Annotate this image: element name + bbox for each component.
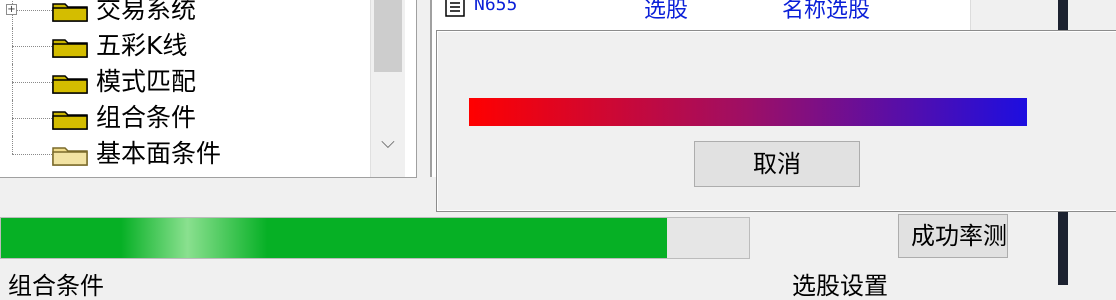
tree-item-combined-condition[interactable]: 组合条件 bbox=[0, 100, 370, 136]
tree-branch-line bbox=[12, 46, 52, 47]
cancel-button[interactable]: 取消 bbox=[694, 141, 860, 187]
progress-bar bbox=[0, 217, 750, 259]
formula-icon bbox=[445, 0, 465, 17]
tree-item-fundamental-condition[interactable]: 基本面条件 bbox=[0, 136, 370, 172]
tree-item-label: 交易系统 bbox=[96, 0, 197, 24]
tree-guide-line bbox=[12, 136, 13, 154]
tree-panel: + 交易系统 五彩K线 模式匹配 组合条件 基本面条件 ⌵ bbox=[0, 0, 417, 178]
list-cell-name: 名称选股 bbox=[782, 0, 871, 23]
folder-icon bbox=[52, 111, 88, 130]
tree-item-trading-system[interactable]: + 交易系统 bbox=[0, 0, 370, 28]
tree-item-label: 模式匹配 bbox=[96, 67, 197, 96]
tree-item-label: 组合条件 bbox=[96, 103, 197, 132]
success-rate-button[interactable]: 成功率测 bbox=[898, 214, 1008, 258]
folder-icon bbox=[52, 75, 88, 94]
tree-branch-line bbox=[12, 10, 52, 11]
tree-item-pattern-match[interactable]: 模式匹配 bbox=[0, 64, 370, 100]
progress-dialog: 取消 bbox=[436, 30, 1116, 212]
folder-icon bbox=[52, 3, 88, 22]
chevron-down-icon[interactable]: ⌵ bbox=[371, 132, 405, 158]
tree-item-label: 基本面条件 bbox=[96, 139, 222, 168]
progress-fill bbox=[1, 218, 667, 258]
expand-icon[interactable]: + bbox=[6, 4, 17, 15]
tree-scrollbar[interactable]: ⌵ bbox=[370, 0, 405, 177]
tree-item-colored-k-line[interactable]: 五彩K线 bbox=[0, 28, 370, 64]
tree-branch-line bbox=[12, 154, 52, 155]
list-cell-type: 选股 bbox=[644, 0, 689, 23]
folder-icon bbox=[52, 39, 88, 58]
tree-item-label: 五彩K线 bbox=[96, 31, 188, 60]
list-cell-code: N655 bbox=[474, 0, 518, 15]
stock-selection-settings-label: 选股设置 bbox=[792, 272, 888, 300]
tree-branch-line bbox=[12, 118, 52, 119]
folder-icon bbox=[52, 147, 88, 166]
combined-condition-label: 组合条件 bbox=[8, 272, 104, 300]
gradient-progress-bar bbox=[469, 98, 1027, 126]
tree-branch-line bbox=[12, 82, 52, 83]
scrollbar-thumb[interactable] bbox=[374, 0, 402, 72]
